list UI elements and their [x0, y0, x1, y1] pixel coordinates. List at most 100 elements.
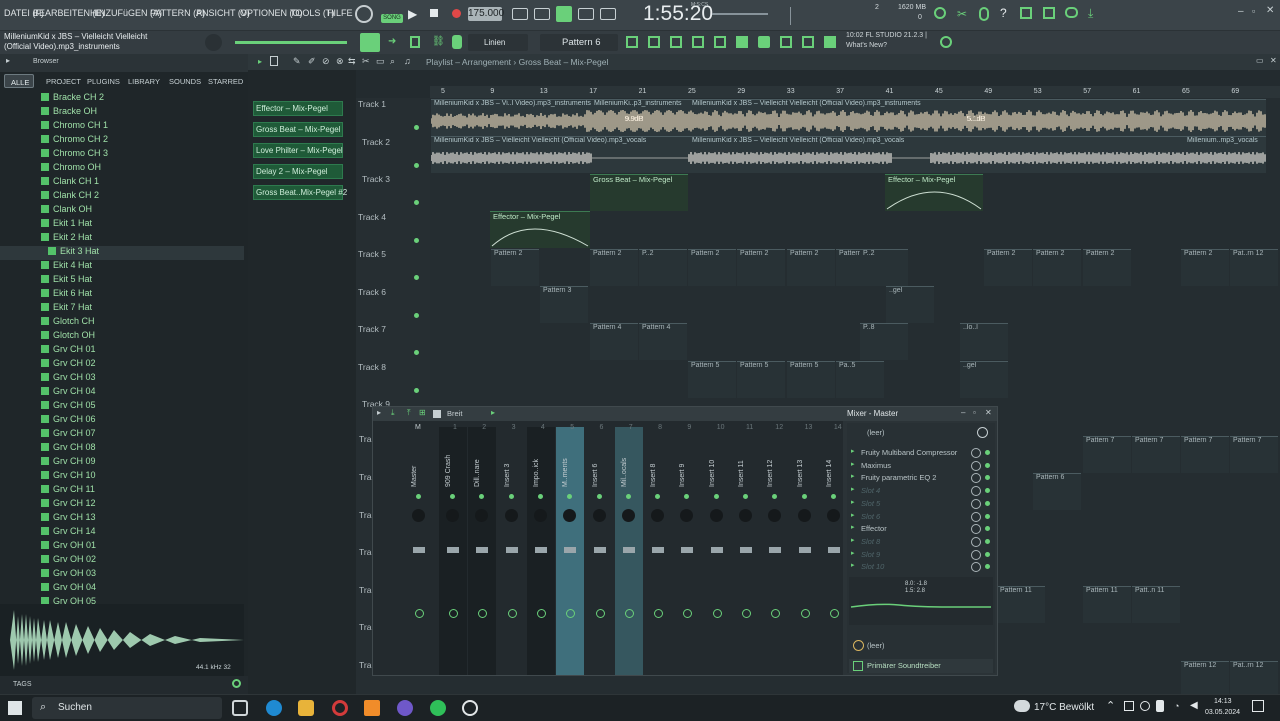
track-mute-led[interactable]: [414, 312, 419, 318]
mixer-insert-channel[interactable]: Insert 6: [586, 427, 614, 675]
preset-select[interactable]: (leer): [867, 428, 885, 437]
route-icon[interactable]: [800, 609, 810, 618]
slot-enable-led[interactable]: [985, 475, 990, 481]
route-icon[interactable]: [654, 609, 664, 618]
pattern-clip[interactable]: Pattern 3: [540, 286, 588, 323]
pattern-clip[interactable]: Pattern 5: [737, 361, 785, 398]
pan-knob[interactable]: [504, 509, 518, 522]
volume-fader[interactable]: [740, 547, 752, 553]
route-icon[interactable]: [624, 609, 634, 618]
arrow-icon[interactable]: ➜: [388, 36, 396, 47]
file-explorer-icon[interactable]: [298, 700, 314, 716]
slot-arrow-icon[interactable]: ▸: [851, 523, 855, 531]
mixer-insert-channel[interactable]: Insert 3: [498, 427, 526, 675]
pattern-clip[interactable]: Pat..rn 12: [1230, 249, 1278, 286]
pattern-clip[interactable]: Pattern 6: [1033, 473, 1081, 510]
track-label[interactable]: Tra: [359, 622, 371, 632]
route-icon[interactable]: [595, 609, 605, 618]
channel-active-led[interactable]: [743, 494, 748, 499]
weather-text[interactable]: 17°C Bewölkt: [1034, 702, 1094, 713]
slot-arrow-icon[interactable]: ▸: [851, 561, 855, 569]
browser-item[interactable]: Ekit 4 Hat: [41, 260, 92, 274]
countdown-icon[interactable]: [556, 6, 572, 22]
volume-fader[interactable]: [710, 547, 723, 553]
browser-pin-icon[interactable]: ▸: [6, 56, 10, 65]
track-label[interactable]: Tra: [359, 510, 371, 520]
windows-start-icon[interactable]: [8, 701, 22, 715]
clip-source-item[interactable]: Effector – Mix-Pegel: [253, 101, 343, 116]
track-mute-led[interactable]: [414, 350, 419, 355]
channel-rack-icon[interactable]: [1020, 7, 1032, 19]
network-icon[interactable]: ◔: [1174, 701, 1179, 711]
battery-icon[interactable]: [1156, 700, 1164, 712]
wait-input-icon[interactable]: [534, 8, 550, 20]
playlist-tool-icon[interactable]: [270, 56, 278, 66]
track-mute-led[interactable]: [414, 125, 419, 130]
effect-slot[interactable]: ▸ Fruity Multiband Compressor: [847, 447, 995, 459]
pattern-clip[interactable]: P..8: [860, 323, 908, 360]
channel-active-led[interactable]: [567, 494, 573, 499]
slice-tool-icon[interactable]: ✂: [362, 56, 370, 67]
pan-knob[interactable]: [621, 509, 635, 522]
pan-knob[interactable]: [768, 509, 782, 522]
opera-icon[interactable]: [332, 700, 348, 716]
pan-knob[interactable]: [533, 509, 547, 522]
browser-item[interactable]: Grv OH 05: [41, 596, 96, 604]
mixer-icon[interactable]: [1043, 7, 1055, 19]
mixer-insert-channel[interactable]: Insert 10: [703, 427, 731, 675]
bottom-slot-clock-icon[interactable]: [853, 640, 864, 651]
clock-date[interactable]: 03.05.2024: [1205, 709, 1240, 716]
volume-fader[interactable]: [622, 547, 635, 553]
track-mute-led[interactable]: [414, 162, 419, 168]
route-icon[interactable]: [478, 609, 488, 618]
track-label[interactable]: Track 3: [362, 174, 390, 184]
volume-fader[interactable]: [534, 547, 547, 553]
mixer-tool-icon[interactable]: ⤓: [391, 408, 395, 418]
mixer-master-channel[interactable]: Master: [405, 427, 433, 675]
track-mute-led[interactable]: [414, 387, 419, 393]
tab-all[interactable]: ALLE: [4, 74, 34, 88]
chat-icon[interactable]: [1065, 7, 1078, 18]
pan-knob[interactable]: [709, 509, 723, 522]
slot-mix-knob[interactable]: [971, 562, 981, 573]
browser-item[interactable]: Chromo CH 3: [41, 148, 108, 162]
pattern-clip[interactable]: Pattern 5: [787, 361, 835, 398]
playlist-arrow-icon[interactable]: ▸: [258, 57, 262, 66]
slot-enable-led[interactable]: [985, 513, 990, 519]
slot-enable-led[interactable]: [985, 450, 990, 455]
template-icon[interactable]: [824, 36, 836, 48]
playlist-close-icon[interactable]: ✕: [1270, 56, 1277, 65]
pattern-clip[interactable]: Pattern 2: [1181, 249, 1229, 286]
mixer-view-icon[interactable]: ⊞: [419, 408, 426, 417]
slot-arrow-icon[interactable]: ▸: [851, 447, 855, 455]
tab-project[interactable]: PROJECT: [46, 77, 81, 86]
route-icon[interactable]: [712, 609, 722, 618]
chatgpt-icon[interactable]: [462, 700, 478, 716]
route-icon[interactable]: [829, 609, 839, 618]
track-label[interactable]: Tra: [359, 434, 371, 444]
snap-mode-icon[interactable]: [360, 33, 380, 52]
browser-item[interactable]: Grv CH 13: [41, 512, 96, 526]
clip-source-item[interactable]: Gross Beat – Mix-Pegel: [253, 122, 343, 137]
pattern-clip[interactable]: ..gel: [886, 286, 934, 323]
file-icon[interactable]: [736, 36, 748, 48]
tempo-display[interactable]: 175.000: [468, 7, 504, 21]
pan-knob[interactable]: [475, 509, 489, 522]
effect-slot[interactable]: ▸ Slot 5: [847, 498, 995, 510]
browser-item[interactable]: Grv CH 08: [41, 442, 96, 456]
pan-knob[interactable]: [797, 509, 811, 522]
tab-starred[interactable]: STARRED: [208, 77, 243, 86]
tray-chevron-icon[interactable]: ⌃: [1106, 699, 1115, 712]
pattern-clip[interactable]: Pattern 5: [688, 361, 736, 398]
pan-knob[interactable]: [739, 509, 752, 522]
slot-arrow-icon[interactable]: ▸: [851, 536, 855, 544]
browser-item[interactable]: Grv OH 01: [41, 540, 96, 554]
slot-mix-knob[interactable]: [971, 536, 981, 547]
effect-slot[interactable]: ▸ Fruity parametric EQ 2: [847, 472, 995, 484]
track-label[interactable]: Track 8: [358, 362, 386, 372]
track-mute-led[interactable]: [414, 275, 419, 280]
sample-waveform-preview[interactable]: 44.1 kHz 32: [0, 604, 244, 676]
slot-enable-led[interactable]: [985, 538, 990, 544]
track-label[interactable]: Track 6: [358, 287, 386, 297]
channel-active-led[interactable]: [537, 494, 543, 499]
